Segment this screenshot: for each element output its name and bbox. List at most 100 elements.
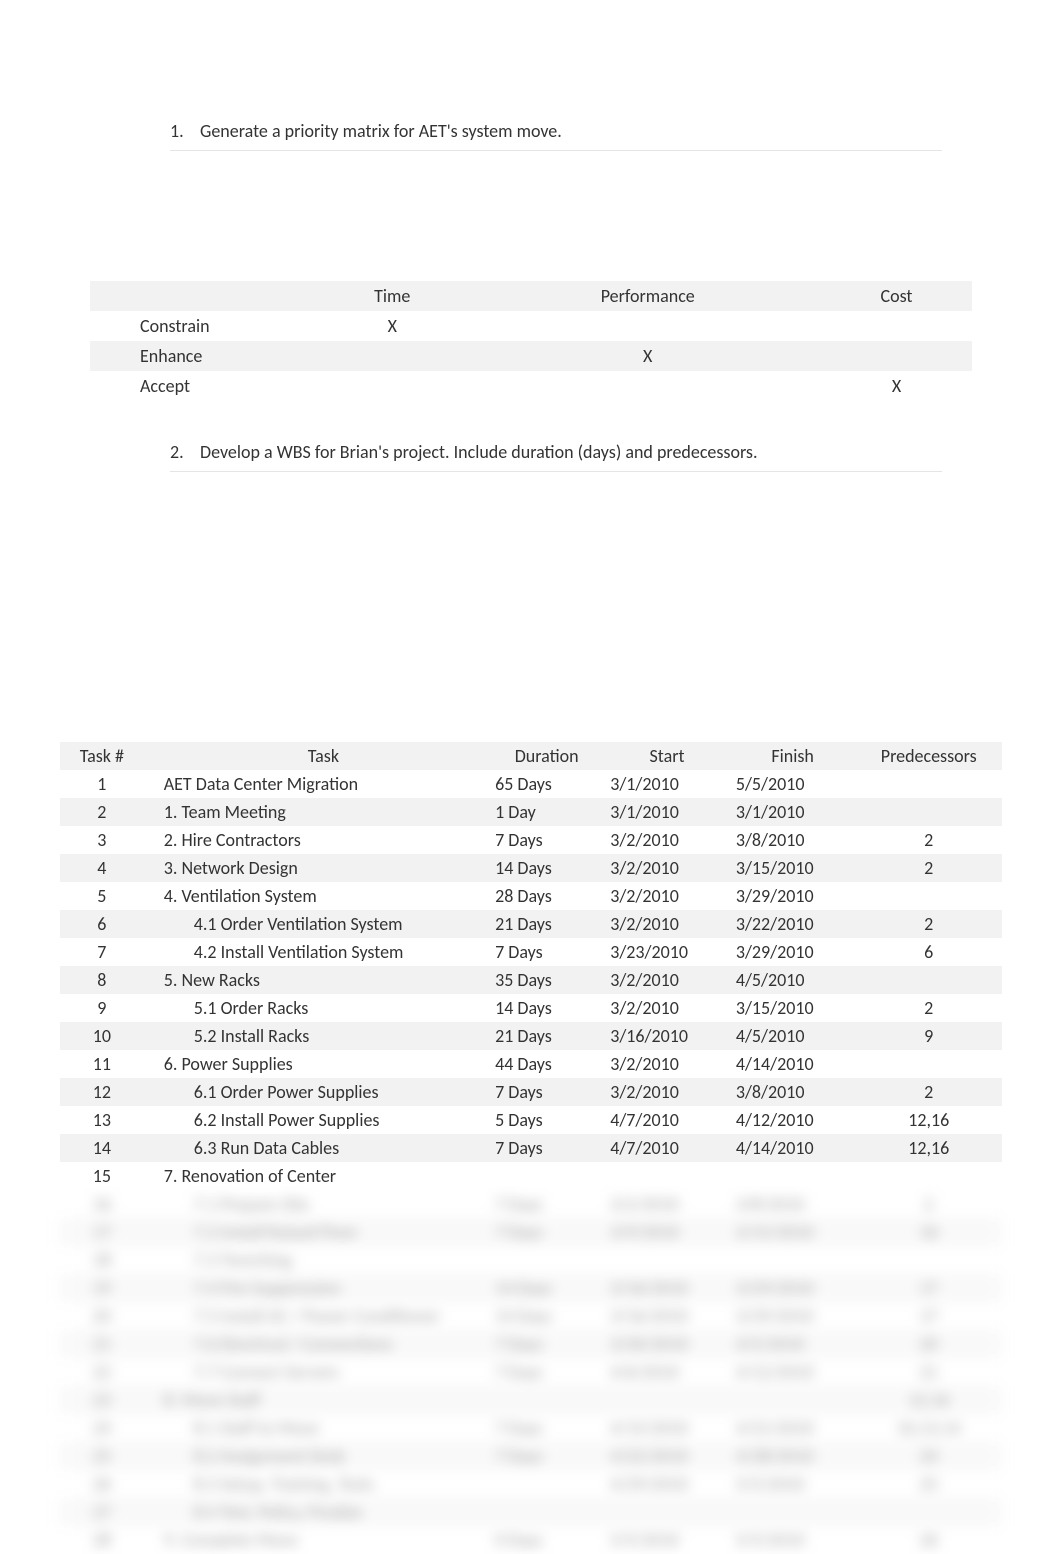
matrix-header-row: Time Performance Cost bbox=[90, 281, 972, 311]
wbs-cell-finish: 4/5/2010 bbox=[730, 966, 856, 994]
wbs-cell-start: 3/9/2010 bbox=[604, 1218, 730, 1246]
wbs-row: 43. Network Design14 Days3/2/20103/15/20… bbox=[60, 854, 1002, 882]
wbs-cell-task: 8.3 Setup, Training, Tests bbox=[144, 1470, 489, 1498]
wbs-cell-predecessors bbox=[855, 1246, 1002, 1274]
wbs-cell-start: 3/2/2010 bbox=[604, 882, 730, 910]
wbs-cell-task: 5. New Racks bbox=[144, 966, 489, 994]
wbs-cell-num: 19 bbox=[60, 1274, 144, 1302]
wbs-cell-num: 3 bbox=[60, 826, 144, 854]
wbs-cell-num: 20 bbox=[60, 1302, 144, 1330]
wbs-cell-finish: 4/28/2010 bbox=[730, 1442, 856, 1470]
wbs-cell-duration: 14 Days bbox=[489, 1274, 604, 1302]
wbs-row: 146.3 Run Data Cables7 Days4/7/20104/14/… bbox=[60, 1134, 1002, 1162]
matrix-row-label: Constrain bbox=[90, 311, 310, 341]
wbs-cell-finish: 3/8/2010 bbox=[730, 826, 856, 854]
wbs-cell-start bbox=[604, 1386, 730, 1414]
wbs-cell-finish: 3/15/2010 bbox=[730, 1218, 856, 1246]
wbs-cell-predecessors: 17 bbox=[855, 1274, 1002, 1302]
wbs-cell-num: 16 bbox=[60, 1190, 144, 1218]
wbs-cell-task: 7.6 Electrical / Connections bbox=[144, 1330, 489, 1358]
wbs-cell-start: 3/2/2010 bbox=[604, 1050, 730, 1078]
wbs-cell-finish: 3/29/2010 bbox=[730, 938, 856, 966]
wbs-cell-num: 5 bbox=[60, 882, 144, 910]
wbs-cell-finish bbox=[730, 1162, 856, 1190]
wbs-cell-duration: 28 Days bbox=[489, 882, 604, 910]
priority-matrix: Time Performance Cost ConstrainXEnhanceX… bbox=[90, 281, 972, 401]
wbs-cell-duration: 21 Days bbox=[489, 1022, 604, 1050]
matrix-cell-performance bbox=[474, 311, 821, 341]
wbs-row: 238. Move Staff12,16 bbox=[60, 1386, 1002, 1414]
wbs-cell-finish: 5/5/2010 bbox=[730, 1526, 856, 1554]
wbs-cell-predecessors: 2 bbox=[855, 1190, 1002, 1218]
matrix-row-label: Enhance bbox=[90, 341, 310, 371]
wbs-cell-predecessors: 16 bbox=[855, 1218, 1002, 1246]
wbs-cell-predecessors: 2 bbox=[855, 826, 1002, 854]
wbs-row: 1AET Data Center Migration65 Days3/1/201… bbox=[60, 770, 1002, 798]
wbs-cell-finish: 4/5/2010 bbox=[730, 1022, 856, 1050]
wbs-cell-task: 7.5 Install AC / Power Conditioner bbox=[144, 1302, 489, 1330]
wbs-cell-num: 17 bbox=[60, 1218, 144, 1246]
wbs-cell-predecessors: 21 bbox=[855, 1358, 1002, 1386]
wbs-row: 136.2 Install Power Supplies5 Days4/7/20… bbox=[60, 1106, 1002, 1134]
wbs-cell-task: 6.3 Run Data Cables bbox=[144, 1134, 489, 1162]
wbs-row: 248.1 Staff to Move7 Days4/15/20104/21/2… bbox=[60, 1414, 1002, 1442]
wbs-cell-duration: 5 Days bbox=[489, 1106, 604, 1134]
wbs-row: 105.2 Install Racks21 Days3/16/20104/5/2… bbox=[60, 1022, 1002, 1050]
wbs-cell-num: 12 bbox=[60, 1078, 144, 1106]
wbs-cell-duration bbox=[489, 1386, 604, 1414]
wbs-cell-duration bbox=[489, 1498, 604, 1526]
wbs-cell-duration: 35 Days bbox=[489, 966, 604, 994]
wbs-cell-finish: 3/15/2010 bbox=[730, 854, 856, 882]
wbs-cell-start: 3/1/2010 bbox=[604, 770, 730, 798]
wbs-cell-finish: 3/29/2010 bbox=[730, 882, 856, 910]
wbs-row: 85. New Racks35 Days3/2/20104/5/2010 bbox=[60, 966, 1002, 994]
wbs-cell-start: 3/23/2010 bbox=[604, 938, 730, 966]
wbs-row: 157. Renovation of Center bbox=[60, 1162, 1002, 1190]
wbs-cell-task: 2. Hire Contractors bbox=[144, 826, 489, 854]
wbs-row: 268.3 Setup, Training, Tests4/29/20105/5… bbox=[60, 1470, 1002, 1498]
wbs-cell-finish: 3/8/2010 bbox=[730, 1190, 856, 1218]
wbs-cell-duration: 7 Days bbox=[489, 1134, 604, 1162]
wbs-cell-predecessors: 9 bbox=[855, 1022, 1002, 1050]
wbs-cell-num: 28 bbox=[60, 1526, 144, 1554]
wbs-cell-finish: 3/8/2010 bbox=[730, 1078, 856, 1106]
wbs-cell-start: 3/2/2010 bbox=[604, 994, 730, 1022]
wbs-row: 258.2 Assignment Desk7 Days4/22/20104/28… bbox=[60, 1442, 1002, 1470]
wbs-header-start: Start bbox=[604, 742, 730, 770]
wbs-row: 54. Ventilation System28 Days3/2/20103/2… bbox=[60, 882, 1002, 910]
matrix-row-label: Accept bbox=[90, 371, 310, 401]
wbs-cell-predecessors: 2 bbox=[855, 910, 1002, 938]
matrix-header-performance: Performance bbox=[474, 281, 821, 311]
wbs-cell-num: 7 bbox=[60, 938, 144, 966]
wbs-cell-task: 8.1 Staff to Move bbox=[144, 1414, 489, 1442]
wbs-cell-start: 3/16/2010 bbox=[604, 1302, 730, 1330]
wbs-cell-num: 25 bbox=[60, 1442, 144, 1470]
wbs-cell-finish bbox=[730, 1246, 856, 1274]
wbs-cell-num: 11 bbox=[60, 1050, 144, 1078]
wbs-row: 64.1 Order Ventilation System21 Days3/2/… bbox=[60, 910, 1002, 938]
question-2: 2. Develop a WBS for Brian's project. In… bbox=[170, 441, 942, 463]
wbs-cell-duration bbox=[489, 1246, 604, 1274]
matrix-header-time: Time bbox=[310, 281, 474, 311]
wbs-cell-duration: 7 Days bbox=[489, 1414, 604, 1442]
wbs-row: 227.7 Connect Servers7 Days4/6/20104/12/… bbox=[60, 1358, 1002, 1386]
wbs-cell-num: 21 bbox=[60, 1330, 144, 1358]
matrix-cell-time: X bbox=[310, 311, 474, 341]
wbs-cell-task: 7.3 Trenching bbox=[144, 1246, 489, 1274]
wbs-cell-start: 3/1/2010 bbox=[604, 798, 730, 826]
wbs-cell-task: 3. Network Design bbox=[144, 854, 489, 882]
wbs-cell-num: 6 bbox=[60, 910, 144, 938]
wbs-cell-start bbox=[604, 1246, 730, 1274]
wbs-row: 126.1 Order Power Supplies7 Days3/2/2010… bbox=[60, 1078, 1002, 1106]
matrix-row: EnhanceX bbox=[90, 341, 972, 371]
wbs-cell-start: 4/6/2010 bbox=[604, 1358, 730, 1386]
wbs-cell-num: 27 bbox=[60, 1498, 144, 1526]
wbs-cell-task: 4.1 Order Ventilation System bbox=[144, 910, 489, 938]
wbs-cell-task: 8.2 Assignment Desk bbox=[144, 1442, 489, 1470]
wbs-cell-num: 13 bbox=[60, 1106, 144, 1134]
wbs-header-num: Task # bbox=[60, 742, 144, 770]
wbs-cell-task: AET Data Center Migration bbox=[144, 770, 489, 798]
wbs-cell-duration: 7 Days bbox=[489, 1078, 604, 1106]
wbs-cell-num: 15 bbox=[60, 1162, 144, 1190]
wbs-cell-task: 6.2 Install Power Supplies bbox=[144, 1106, 489, 1134]
